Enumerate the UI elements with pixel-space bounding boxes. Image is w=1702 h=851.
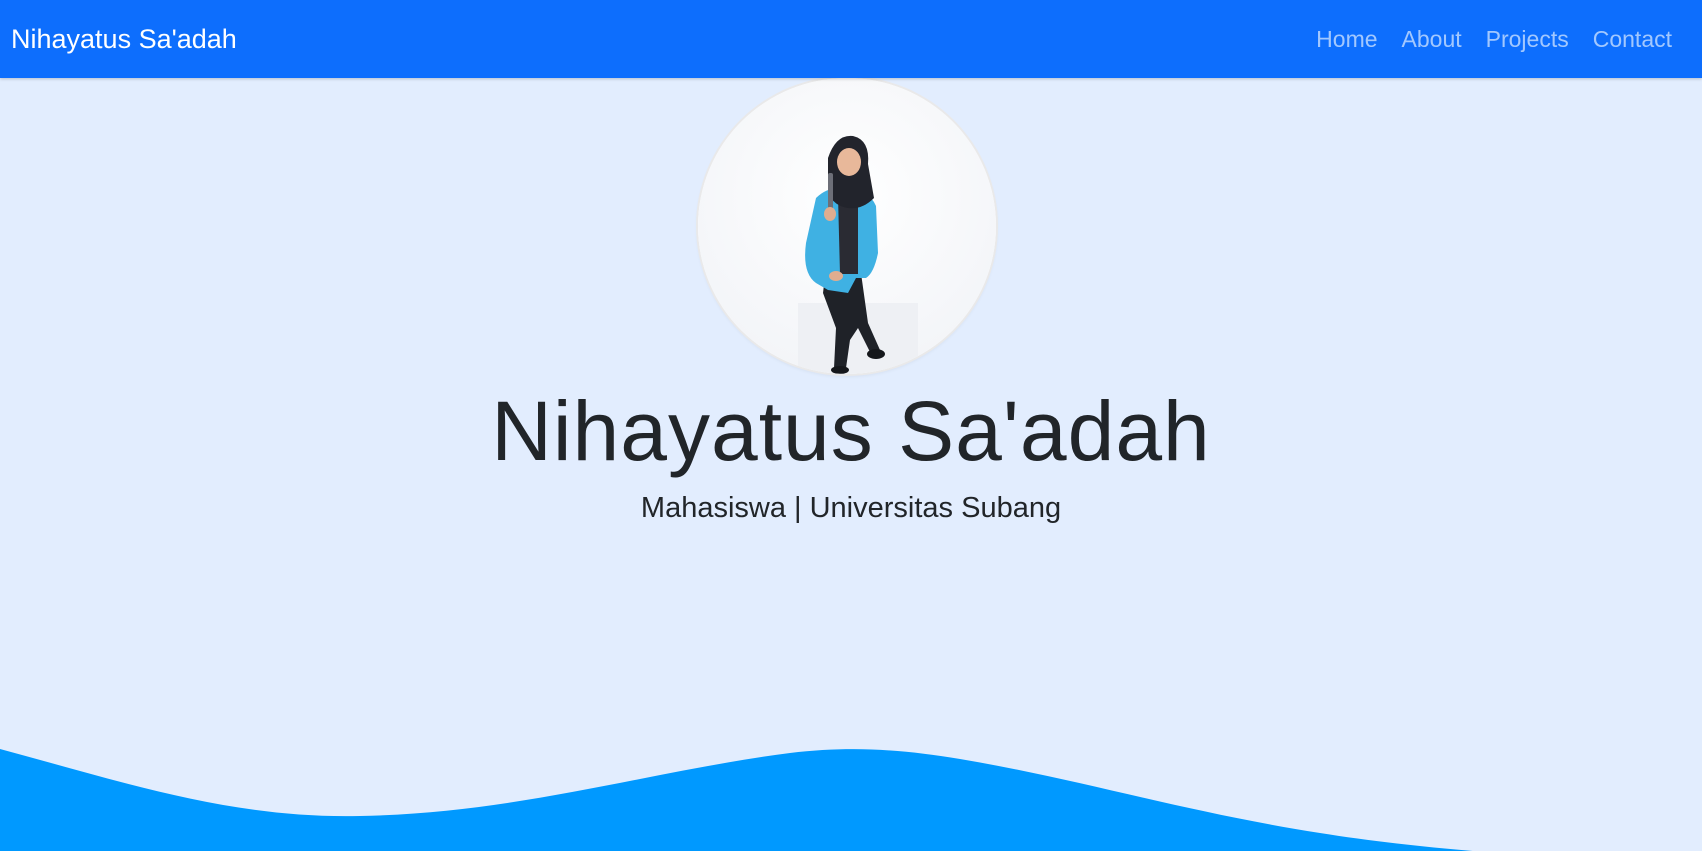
wave-decoration xyxy=(0,749,1702,851)
hero-section: Nihayatus Sa'adah Mahasiswa | Universita… xyxy=(0,78,1702,851)
profile-photo-illustration xyxy=(698,78,996,374)
navbar: Nihayatus Sa'adah Home About Projects Co… xyxy=(0,0,1702,78)
brand-link[interactable]: Nihayatus Sa'adah xyxy=(11,24,237,55)
profile-photo xyxy=(698,78,996,374)
hero-title: Nihayatus Sa'adah xyxy=(491,384,1211,478)
nav-link-about[interactable]: About xyxy=(1402,26,1462,53)
nav-links: Home About Projects Contact xyxy=(1316,26,1672,53)
nav-link-home[interactable]: Home xyxy=(1316,26,1377,53)
nav-link-projects[interactable]: Projects xyxy=(1486,26,1569,53)
hero-subtitle: Mahasiswa | Universitas Subang xyxy=(640,492,1062,524)
nav-link-contact[interactable]: Contact xyxy=(1593,26,1672,53)
